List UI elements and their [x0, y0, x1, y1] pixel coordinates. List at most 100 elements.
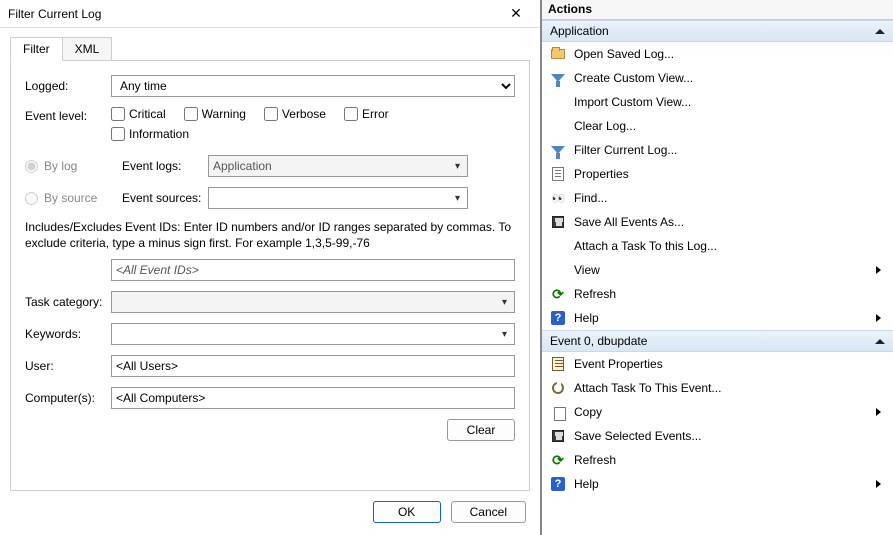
- submenu-arrow-icon: [876, 408, 881, 416]
- action-item[interactable]: ?Help: [542, 472, 893, 496]
- logged-select[interactable]: Any time: [111, 75, 515, 97]
- blank-icon: [550, 238, 566, 254]
- action-item[interactable]: 👀 Find...: [542, 186, 893, 210]
- submenu-arrow-icon: [876, 480, 881, 488]
- radio-by-log[interactable]: [25, 160, 38, 173]
- refresh-icon: ⟳: [550, 452, 566, 468]
- action-item-label: Save All Events As...: [574, 215, 885, 229]
- action-item-label: Open Saved Log...: [574, 47, 885, 61]
- chk-critical[interactable]: Critical: [111, 107, 166, 121]
- action-item-label: Properties: [574, 167, 885, 181]
- radio-by-source[interactable]: [25, 192, 38, 205]
- keywords-select[interactable]: ▾: [111, 323, 515, 345]
- copy-icon: [550, 404, 566, 420]
- label-task-category: Task category:: [25, 295, 111, 309]
- chk-verbose-input[interactable]: [264, 107, 278, 121]
- label-logged: Logged:: [25, 79, 111, 93]
- action-item[interactable]: Create Custom View...: [542, 66, 893, 90]
- submenu-arrow-icon: [876, 314, 881, 322]
- properties-icon: [550, 166, 566, 182]
- find-icon: 👀: [550, 190, 566, 206]
- chevron-down-icon: ▾: [502, 329, 510, 340]
- actions-pane: Actions ApplicationOpen Saved Log...Crea…: [541, 0, 893, 535]
- funnel-icon: [550, 142, 566, 158]
- tab-filter[interactable]: Filter: [10, 37, 63, 61]
- action-item[interactable]: Save Selected Events...: [542, 424, 893, 448]
- chk-verbose[interactable]: Verbose: [264, 107, 326, 121]
- chk-warning[interactable]: Warning: [184, 107, 246, 121]
- chevron-down-icon: ▾: [455, 161, 463, 172]
- actions-section-title: Event 0, dbupdate: [550, 334, 647, 348]
- label-event-level: Event level:: [25, 107, 111, 123]
- action-item-label: Create Custom View...: [574, 71, 885, 85]
- action-item-label: Attach Task To This Event...: [574, 381, 885, 395]
- filter-dialog: Filter Current Log ✕ Filter XML Logged: …: [0, 0, 541, 535]
- cancel-button[interactable]: Cancel: [451, 501, 526, 523]
- action-item-label: Find...: [574, 191, 885, 205]
- action-item-label: Refresh: [574, 287, 885, 301]
- chevron-down-icon: ▾: [455, 193, 463, 204]
- collapse-up-icon: [875, 29, 885, 34]
- actions-section-header[interactable]: Application: [542, 20, 893, 42]
- event-props-icon: [550, 356, 566, 372]
- action-item[interactable]: ⟳ Refresh: [542, 282, 893, 306]
- label-event-sources: Event sources:: [122, 191, 208, 205]
- tab-xml[interactable]: XML: [62, 37, 113, 61]
- action-item[interactable]: Attach a Task To this Log...: [542, 234, 893, 258]
- chevron-down-icon: ▾: [502, 297, 510, 308]
- task-category-select[interactable]: ▾: [111, 291, 515, 313]
- refresh-icon: ⟳: [550, 286, 566, 302]
- label-keywords: Keywords:: [25, 327, 111, 341]
- close-button[interactable]: ✕: [498, 3, 534, 25]
- computers-input[interactable]: [111, 387, 515, 409]
- funnel-icon: [550, 70, 566, 86]
- action-item[interactable]: Copy: [542, 400, 893, 424]
- label-user: User:: [25, 359, 111, 373]
- chk-critical-input[interactable]: [111, 107, 125, 121]
- action-item[interactable]: View: [542, 258, 893, 282]
- blank-icon: [550, 262, 566, 278]
- action-item[interactable]: Properties: [542, 162, 893, 186]
- action-item[interactable]: Import Custom View...: [542, 90, 893, 114]
- chk-error[interactable]: Error: [344, 107, 402, 121]
- chk-error-input[interactable]: [344, 107, 358, 121]
- action-item-label: View: [574, 263, 868, 277]
- blank-icon: [550, 94, 566, 110]
- action-item[interactable]: Save All Events As...: [542, 210, 893, 234]
- clear-button[interactable]: Clear: [447, 419, 515, 441]
- dialog-footer: OK Cancel: [0, 491, 540, 535]
- action-item[interactable]: Event Properties: [542, 352, 893, 376]
- action-item-label: Event Properties: [574, 357, 885, 371]
- action-item[interactable]: Attach Task To This Event...: [542, 376, 893, 400]
- event-logs-select[interactable]: Application ▾: [208, 155, 468, 177]
- user-input[interactable]: [111, 355, 515, 377]
- help-icon: ?: [550, 476, 566, 492]
- event-ids-input[interactable]: [111, 259, 515, 281]
- save-icon: [550, 428, 566, 444]
- action-item-label: Import Custom View...: [574, 95, 885, 109]
- ok-button[interactable]: OK: [373, 501, 441, 523]
- action-item[interactable]: Clear Log...: [542, 114, 893, 138]
- actions-section-title: Application: [550, 24, 609, 38]
- event-sources-select[interactable]: ▾: [208, 187, 468, 209]
- collapse-up-icon: [875, 339, 885, 344]
- tab-filter-body: Logged: Any time Event level: Critical: [10, 60, 530, 491]
- dialog-title: Filter Current Log: [8, 7, 498, 21]
- chk-warning-input[interactable]: [184, 107, 198, 121]
- close-icon: ✕: [510, 5, 522, 22]
- label-event-logs: Event logs:: [122, 159, 208, 173]
- chk-information[interactable]: Information: [111, 127, 189, 141]
- attach-icon: [550, 380, 566, 396]
- action-item[interactable]: ⟳Refresh: [542, 448, 893, 472]
- submenu-arrow-icon: [876, 266, 881, 274]
- radio-by-log-row: By log Event logs: Application ▾: [25, 155, 515, 177]
- action-item-label: Save Selected Events...: [574, 429, 885, 443]
- action-item[interactable]: ?Help: [542, 306, 893, 330]
- action-item[interactable]: Filter Current Log...: [542, 138, 893, 162]
- save-icon: [550, 214, 566, 230]
- actions-section-header[interactable]: Event 0, dbupdate: [542, 330, 893, 352]
- chk-information-input[interactable]: [111, 127, 125, 141]
- action-item[interactable]: Open Saved Log...: [542, 42, 893, 66]
- label-by-log: By log: [44, 159, 124, 173]
- help-icon: ?: [550, 310, 566, 326]
